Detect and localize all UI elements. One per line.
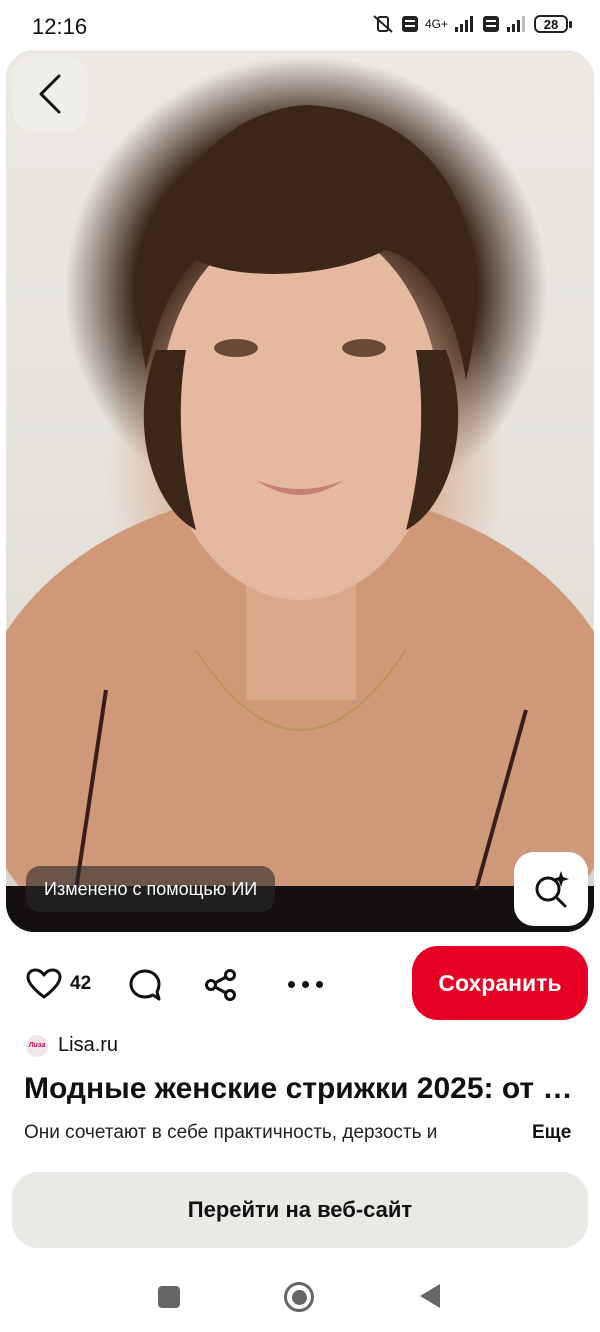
more-options-button[interactable]: [288, 968, 323, 1000]
action-bar: 42 Сохранить: [0, 946, 600, 1022]
battery-indicator: 28: [534, 15, 572, 33]
share-button[interactable]: [204, 968, 238, 1007]
more-icon-dot: [302, 980, 309, 988]
like-count: 42: [70, 973, 92, 994]
volte-icon-2: [483, 16, 499, 32]
portrait-illustration: [6, 105, 594, 932]
chevron-left-icon: [39, 74, 61, 114]
comment-icon: [129, 969, 161, 1001]
mute-vibrate-icon: [373, 15, 393, 33]
visual-search-button[interactable]: [514, 852, 588, 926]
pin-title: Модные женские стрижки 2025: от …: [24, 1072, 573, 1105]
share-icon: [205, 969, 236, 1001]
volte-icon: [401, 16, 418, 32]
more-icon-dot: [316, 980, 323, 988]
back-nav-button[interactable]: [420, 1284, 440, 1308]
pin-description: Они сочетают в себе практичность, дерзос…: [24, 1122, 438, 1143]
expand-description-link[interactable]: Еще: [532, 1122, 571, 1144]
pin-source[interactable]: Лиза Lisa.ru: [26, 1034, 118, 1057]
more-icon-dot: [288, 980, 295, 988]
source-avatar: Лиза: [26, 1034, 48, 1057]
back-button[interactable]: [12, 56, 88, 132]
save-button[interactable]: Сохранить: [412, 946, 588, 1020]
comment-button[interactable]: [128, 968, 162, 1007]
battery-tip: [569, 20, 572, 28]
home-nav-button[interactable]: [284, 1282, 314, 1312]
visual-search-icon: [535, 871, 569, 908]
signal-icon: [455, 16, 473, 32]
network-type-label: 4G+: [424, 17, 448, 31]
recents-nav-button[interactable]: [158, 1286, 180, 1308]
pin-image[interactable]: [6, 50, 594, 932]
battery-level: 28: [534, 15, 568, 33]
signal-icon-2: [507, 16, 525, 32]
home-icon: [291, 1289, 307, 1305]
heart-icon: [26, 968, 62, 999]
status-icons: 4G+ 28: [371, 14, 572, 34]
status-time: 12:16: [32, 14, 88, 39]
ai-edited-badge: Изменено с помощью ИИ: [26, 866, 276, 912]
like-button[interactable]: 42: [26, 968, 91, 1000]
visit-website-button[interactable]: Перейти на веб-сайт: [12, 1172, 588, 1248]
status-bar: 12:16 4G+ 28: [0, 0, 600, 52]
system-nav-bar: [0, 1262, 600, 1332]
source-name[interactable]: Lisa.ru: [58, 1034, 118, 1057]
